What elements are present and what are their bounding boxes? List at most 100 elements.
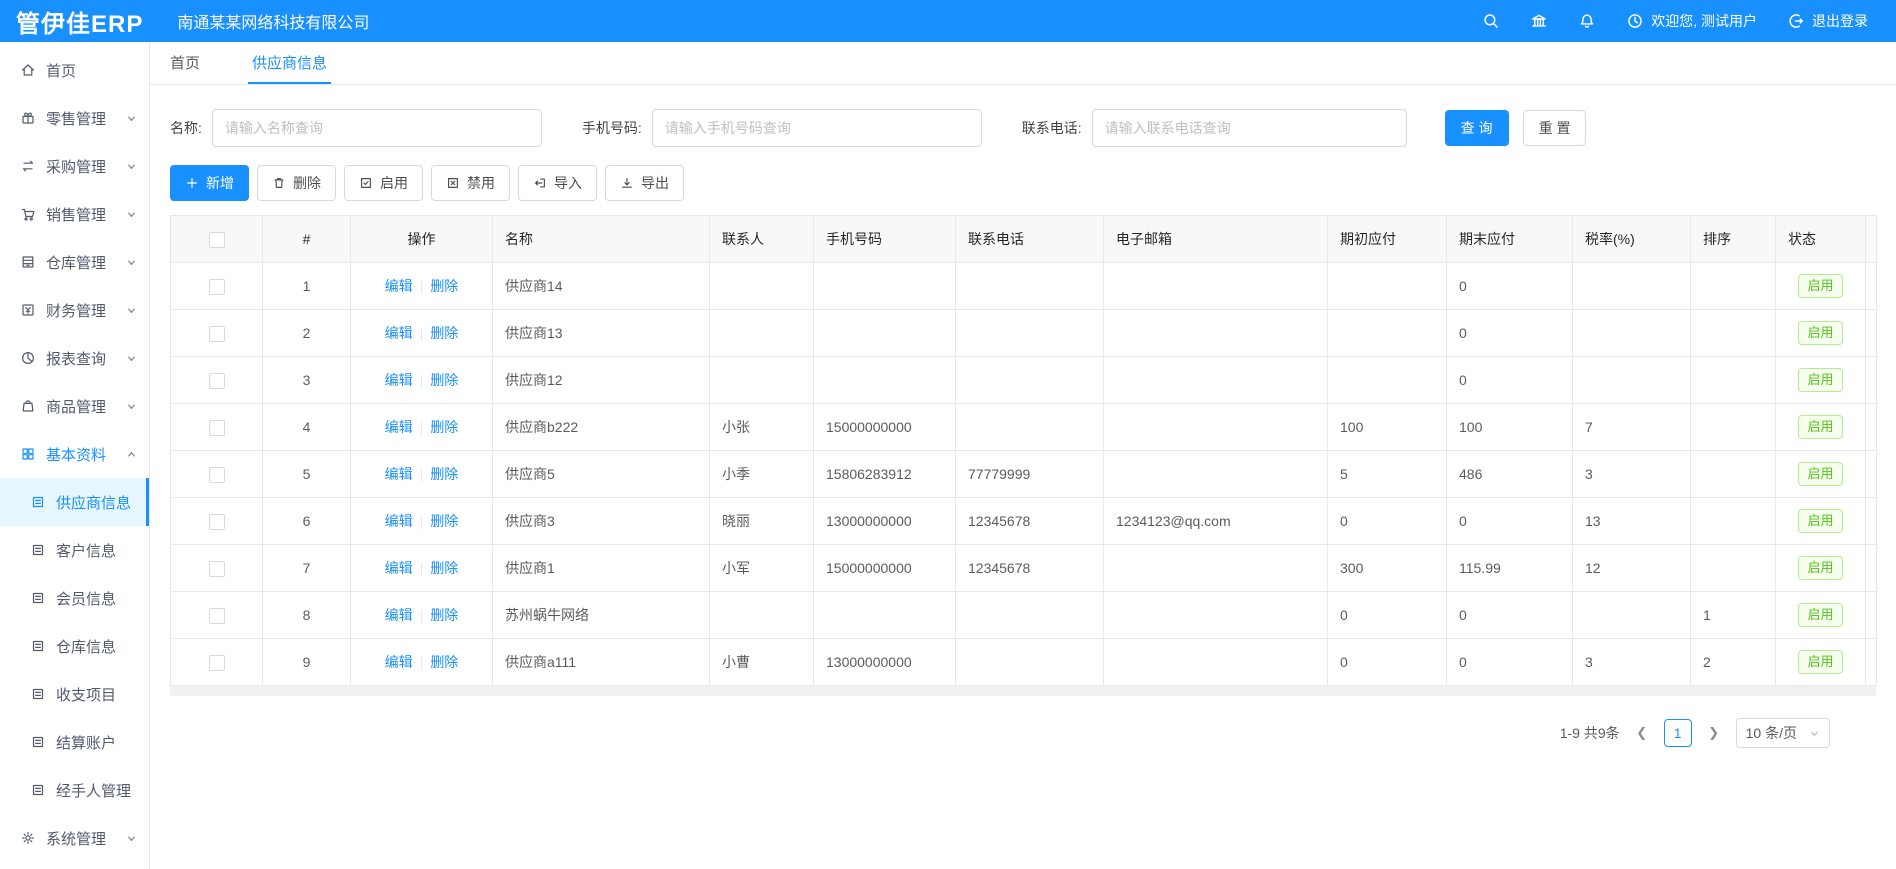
cell-contact — [710, 592, 814, 639]
edit-link[interactable]: 编辑 — [385, 278, 413, 294]
warehouse-icon — [20, 254, 36, 270]
row-checkbox[interactable] — [209, 420, 225, 436]
cell-index: 6 — [263, 498, 351, 545]
sidebar-item-income-expense[interactable]: 收支项目 — [0, 670, 149, 718]
cell-name: 供应商3 — [493, 498, 710, 545]
edit-link[interactable]: 编辑 — [385, 466, 413, 482]
sidebar-item-supplier-info[interactable]: 供应商信息 — [0, 478, 149, 526]
delete-link[interactable]: 删除 — [430, 325, 458, 341]
page-size-select[interactable]: 10 条/页 — [1736, 718, 1830, 748]
row-checkbox[interactable] — [209, 373, 225, 389]
sidebar-item-purchase[interactable]: 采购管理 — [0, 142, 149, 190]
row-checkbox[interactable] — [209, 467, 225, 483]
disable-button-label: 禁用 — [467, 173, 495, 193]
delete-link[interactable]: 删除 — [430, 372, 458, 388]
enable-button[interactable]: 启用 — [344, 165, 423, 201]
tab-label: 首页 — [170, 52, 200, 73]
col-status: 状态 — [1776, 216, 1866, 263]
sidebar-item-handler-mgmt[interactable]: 经手人管理 — [0, 766, 149, 814]
cell-telephone — [956, 263, 1104, 310]
cell-actions: 编辑|删除 — [351, 498, 493, 545]
cell-actions: 编辑|删除 — [351, 263, 493, 310]
bank-icon[interactable] — [1530, 12, 1548, 30]
disable-button[interactable]: 禁用 — [431, 165, 510, 201]
edit-link[interactable]: 编辑 — [385, 325, 413, 341]
search-button[interactable]: 查 询 — [1445, 110, 1509, 146]
tab-home[interactable]: 首页 — [166, 42, 204, 84]
row-checkbox[interactable] — [209, 514, 225, 530]
horizontal-scrollbar[interactable] — [170, 686, 1876, 696]
phone-input[interactable] — [652, 109, 982, 147]
delete-link[interactable]: 删除 — [430, 278, 458, 294]
row-checkbox[interactable] — [209, 655, 225, 671]
import-button-label: 导入 — [554, 173, 582, 193]
sidebar-item-sales[interactable]: 销售管理 — [0, 190, 149, 238]
import-button[interactable]: 导入 — [518, 165, 597, 201]
edit-link[interactable]: 编辑 — [385, 513, 413, 529]
sidebar-item-report[interactable]: 报表查询 — [0, 334, 149, 382]
delete-link[interactable]: 删除 — [430, 513, 458, 529]
cell-begin-payable: 0 — [1328, 639, 1447, 686]
edit-link[interactable]: 编辑 — [385, 654, 413, 670]
sidebar-item-label: 仓库信息 — [56, 636, 116, 657]
sidebar-item-system[interactable]: 系统管理 — [0, 814, 149, 862]
next-page-button[interactable]: ❯ — [1702, 719, 1726, 747]
sidebar-item-retail[interactable]: 零售管理 — [0, 94, 149, 142]
welcome-user[interactable]: 欢迎您, 测试用户 — [1626, 11, 1757, 31]
edit-link[interactable]: 编辑 — [385, 560, 413, 576]
cell-telephone: 77779999 — [956, 451, 1104, 498]
sidebar-item-warehouse[interactable]: 仓库管理 — [0, 238, 149, 286]
cell-name: 供应商1 — [493, 545, 710, 592]
row-checkbox[interactable] — [209, 279, 225, 295]
delete-link[interactable]: 删除 — [430, 654, 458, 670]
chevron-down-icon — [126, 257, 137, 268]
tab-supplier-info[interactable]: 供应商信息 — [248, 42, 331, 84]
chevron-down-icon — [126, 161, 137, 172]
cell-contact: 小军 — [710, 545, 814, 592]
prev-page-button[interactable]: ❮ — [1630, 719, 1654, 747]
cell-sort: 1 — [1691, 592, 1776, 639]
export-button[interactable]: 导出 — [605, 165, 684, 201]
add-button[interactable]: 新增 — [170, 165, 249, 201]
page-number-button[interactable]: 1 — [1664, 719, 1692, 747]
delete-link[interactable]: 删除 — [430, 419, 458, 435]
reset-button[interactable]: 重 置 — [1523, 110, 1587, 146]
sidebar-item-goods[interactable]: 商品管理 — [0, 382, 149, 430]
sidebar-item-settlement-account[interactable]: 结算账户 — [0, 718, 149, 766]
sidebar-item-basic-data[interactable]: 基本资料 — [0, 430, 149, 478]
sidebar-item-home[interactable]: 首页 — [0, 46, 149, 94]
delete-link[interactable]: 删除 — [430, 560, 458, 576]
cell-end-payable: 0 — [1447, 310, 1573, 357]
sidebar-item-customer-info[interactable]: 客户信息 — [0, 526, 149, 574]
select-all-checkbox[interactable] — [209, 232, 225, 248]
cell-tax-rate: 12 — [1573, 545, 1691, 592]
bell-icon[interactable] — [1578, 12, 1596, 30]
cell-email — [1104, 263, 1328, 310]
col-name: 名称 — [493, 216, 710, 263]
row-checkbox[interactable] — [209, 561, 225, 577]
telephone-input[interactable] — [1092, 109, 1407, 147]
edit-link[interactable]: 编辑 — [385, 607, 413, 623]
edit-link[interactable]: 编辑 — [385, 419, 413, 435]
delete-link[interactable]: 删除 — [430, 466, 458, 482]
cell-name: 供应商5 — [493, 451, 710, 498]
name-input[interactable] — [212, 109, 542, 147]
search-icon[interactable] — [1482, 12, 1500, 30]
cell-begin-payable — [1328, 357, 1447, 404]
sidebar-item-member-info[interactable]: 会员信息 — [0, 574, 149, 622]
edit-link[interactable]: 编辑 — [385, 372, 413, 388]
cell-sort: 2 — [1691, 639, 1776, 686]
sidebar-item-finance[interactable]: 财务管理 — [0, 286, 149, 334]
add-button-label: 新增 — [206, 173, 234, 193]
logout-button[interactable]: 退出登录 — [1787, 11, 1868, 31]
row-checkbox[interactable] — [209, 608, 225, 624]
cell-name: 供应商13 — [493, 310, 710, 357]
welcome-text: 欢迎您, 测试用户 — [1651, 11, 1757, 31]
cell-contact: 小张 — [710, 404, 814, 451]
delete-button[interactable]: 删除 — [257, 165, 336, 201]
export-icon — [620, 176, 634, 190]
sidebar-item-warehouse-info[interactable]: 仓库信息 — [0, 622, 149, 670]
delete-link[interactable]: 删除 — [430, 607, 458, 623]
row-checkbox[interactable] — [209, 326, 225, 342]
status-badge: 启用 — [1798, 274, 1842, 298]
